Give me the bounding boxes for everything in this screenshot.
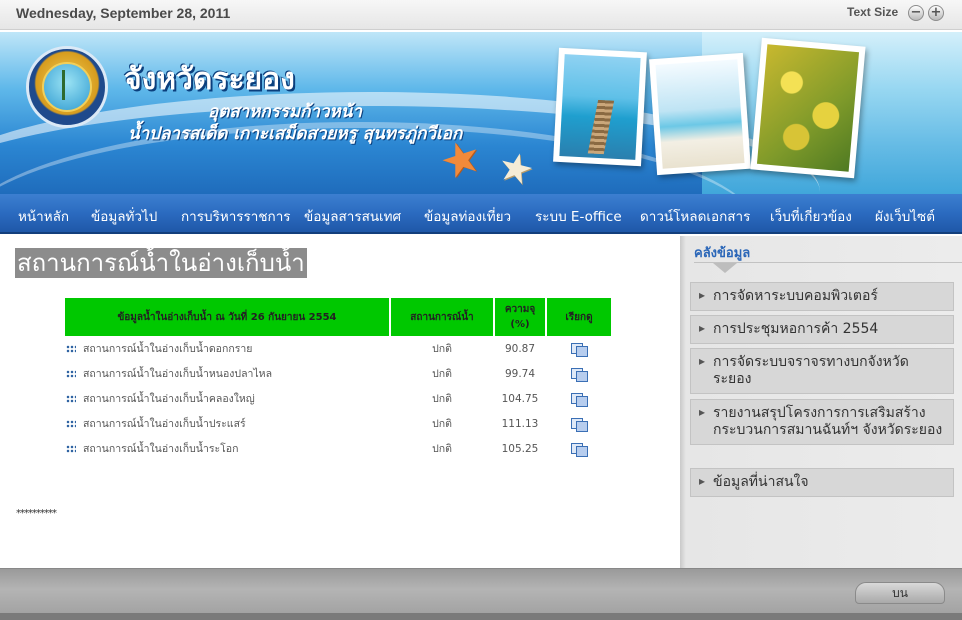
seal-inner [42,62,92,112]
water-status: ปกติ [432,343,452,355]
sidebar-item-traffic-system[interactable]: การจัดระบบจราจรทางบกจังหวัดระยอง [690,348,954,394]
nav-administration[interactable]: การบริหารราชการ [181,205,291,227]
increase-text-size-button[interactable]: + [928,5,944,21]
nav-information[interactable]: ข้อมูลสารสนเทศ [304,205,401,227]
text-size-label: Text Size [847,5,899,19]
sidebar-item-label: การประชุมหอการค้า 2554 [713,321,879,337]
nav-related-sites[interactable]: เว็บที่เกี่ยวข้อง [770,205,852,227]
table-row: สถานการณ์น้ำในอ่างเก็บน้ำคลองใหญ่ ปกติ 1… [65,386,612,411]
photo-beach [649,52,751,176]
header-view: เรียกดู [546,298,613,336]
table-row: สถานการณ์น้ำในอ่างเก็บน้ำดอกกราย ปกติ 90… [65,336,612,361]
bullet-icon [66,420,76,428]
table-row: สถานการณ์น้ำในอ่างเก็บน้ำระโอก ปกติ 105.… [65,436,612,461]
view-document-icon[interactable] [571,442,588,457]
sidebar-heading: คลังข้อมูล [694,246,751,261]
reservoir-name[interactable]: สถานการณ์น้ำในอ่างเก็บน้ำคลองใหญ่ [83,393,255,405]
top-bar: Wednesday, September 28, 2011 Text Size … [0,0,962,30]
view-document-icon[interactable] [571,417,588,432]
main-navigation: หน้าหลัก ข้อมูลทั่วไป การบริหารราชการ ข้… [0,194,962,234]
reservoir-table: ข้อมูลน้ำในอ่างเก็บน้ำ ณ วันที่ 26 กันยา… [65,298,613,461]
capacity-value: 90.87 [504,342,536,355]
sidebar-item-label: การจัดระบบจราจรทางบกจังหวัดระยอง [713,354,909,387]
water-status: ปกติ [432,418,452,430]
view-document-icon[interactable] [571,367,588,382]
reservoir-name[interactable]: สถานการณ์น้ำในอ่างเก็บน้ำหนองปลาไหล [83,368,272,380]
reservoir-name[interactable]: สถานการณ์น้ำในอ่างเก็บน้ำดอกกราย [83,343,252,355]
reservoir-name[interactable]: สถานการณ์น้ำในอ่างเก็บน้ำประแสร์ [83,418,246,430]
sidebar-heading-arrow [713,263,737,273]
bullet-icon [66,345,76,353]
back-to-top-button[interactable]: บน [855,582,945,604]
capacity-value: 111.13 [501,417,539,430]
sidebar-item-reconciliation-report[interactable]: รายงานสรุปโครงการการเสริมสร้างกระบวนการส… [690,399,954,445]
province-seal-logo[interactable] [26,46,108,128]
nav-downloads[interactable]: ดาวน์โหลดเอกสาร [640,205,750,227]
nav-tourism[interactable]: ข้อมูลท่องเที่ยว [424,205,511,227]
decrease-text-size-button[interactable]: − [908,5,924,21]
province-name: จังหวัดระยอง [124,62,295,97]
footer-strip [0,613,962,620]
sidebar-item-label: รายงานสรุปโครงการการเสริมสร้างกระบวนการส… [713,405,943,438]
reservoir-name[interactable]: สถานการณ์น้ำในอ่างเก็บน้ำระโอก [83,443,238,455]
current-date: Wednesday, September 28, 2011 [16,5,231,21]
nav-e-office[interactable]: ระบบ E-office [535,205,622,227]
capacity-value: 105.25 [501,442,539,455]
page-title: สถานการณ์น้ำในอ่างเก็บน้ำ [15,248,307,278]
sidebar-item-computer-procurement[interactable]: การจัดหาระบบคอมพิวเตอร์ [690,282,954,311]
nav-home[interactable]: หน้าหลัก [18,205,69,227]
slogan-line-2: น้ำปลารสเด็ด เกาะเสม็ดสวยหรู สุนทรภู่กวี… [128,124,463,144]
water-status: ปกติ [432,443,452,455]
sidebar-item-interesting-info[interactable]: ข้อมูลที่น่าสนใจ [690,468,954,497]
nav-sitemap[interactable]: ผังเว็บไซต์ [875,205,935,227]
bullet-icon [66,370,76,378]
main-content: สถานการณ์น้ำในอ่างเก็บน้ำ ข้อมูลน้ำในอ่า… [0,236,680,568]
capacity-value: 99.74 [504,367,536,380]
footer: บน [0,568,962,620]
sidebar-item-chamber-meeting[interactable]: การประชุมหอการค้า 2554 [690,315,954,344]
table-header-row: ข้อมูลน้ำในอ่างเก็บน้ำ ณ วันที่ 26 กันยา… [65,298,613,336]
water-status: ปกติ [432,368,452,380]
view-document-icon[interactable] [571,342,588,357]
header-reservoir-data: ข้อมูลน้ำในอ่างเก็บน้ำ ณ วันที่ 26 กันยา… [65,298,391,336]
photo-flowers [750,37,866,179]
header-water-status: สถานการณ์น้ำ [390,298,495,336]
water-status: ปกติ [432,393,452,405]
view-document-icon[interactable] [571,392,588,407]
header-banner: จังหวัดระยอง อุตสาหกรรมก้าวหน้า น้ำปลารส… [0,32,962,194]
table-row: สถานการณ์น้ำในอ่างเก็บน้ำประแสร์ ปกติ 11… [65,411,612,436]
photo-pier [553,47,647,167]
palm-icon [62,70,74,100]
header-capacity: ความจุ (%) [494,298,547,336]
sidebar-item-label: ข้อมูลที่น่าสนใจ [713,474,809,490]
footnote-stars: ********** [16,508,57,519]
capacity-value: 104.75 [501,392,539,405]
table-row: สถานการณ์น้ำในอ่างเก็บน้ำหนองปลาไหล ปกติ… [65,361,612,386]
bullet-icon [66,445,76,453]
sidebar-item-label: การจัดหาระบบคอมพิวเตอร์ [713,288,878,304]
nav-general-info[interactable]: ข้อมูลทั่วไป [91,205,157,227]
bullet-icon [66,395,76,403]
